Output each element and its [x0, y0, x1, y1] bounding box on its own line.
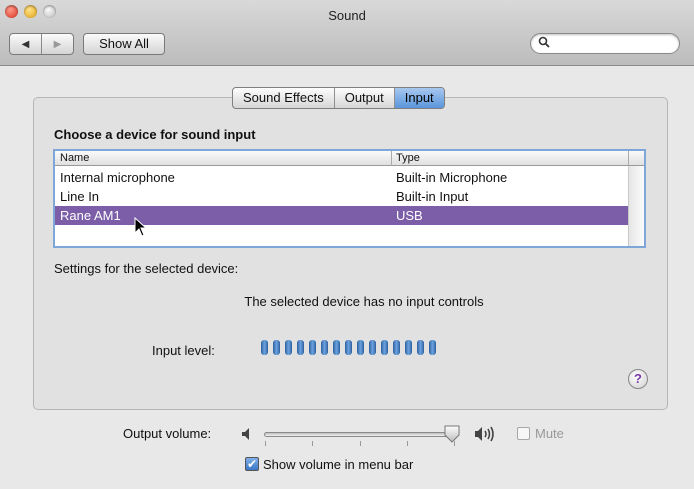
back-arrow-icon[interactable]: ◀ — [10, 34, 41, 54]
level-segment — [405, 340, 412, 355]
settings-label: Settings for the selected device: — [54, 261, 239, 276]
slider-tick — [407, 441, 408, 446]
column-divider — [628, 151, 629, 166]
mute-checkbox[interactable] — [517, 427, 530, 440]
level-segment — [285, 340, 292, 355]
column-header-name[interactable]: Name — [60, 152, 89, 164]
window-title: Sound — [328, 8, 366, 23]
level-segment — [261, 340, 268, 355]
device-type: Built-in Input — [396, 189, 469, 204]
device-name: Rane AM1 — [60, 208, 121, 223]
device-list-heading: Choose a device for sound input — [54, 127, 256, 142]
output-volume-slider[interactable] — [264, 432, 456, 437]
help-button[interactable]: ? — [628, 369, 648, 389]
device-name: Internal microphone — [60, 170, 175, 185]
column-divider — [391, 151, 392, 166]
tab-sound-effects[interactable]: Sound Effects — [233, 88, 334, 108]
table-scrollbar[interactable] — [628, 166, 644, 246]
mouse-pointer-icon — [134, 217, 148, 237]
show-volume-checkbox[interactable]: ✔ — [245, 457, 259, 471]
level-segment — [333, 340, 340, 355]
forward-arrow-icon[interactable]: ▶ — [41, 34, 73, 54]
tab-output[interactable]: Output — [333, 88, 394, 108]
level-segment — [309, 340, 316, 355]
slider-tick — [312, 441, 313, 446]
device-type: Built-in Microphone — [396, 170, 508, 185]
mute-label: Mute — [535, 426, 564, 441]
table-header: Name Type — [55, 151, 644, 166]
level-segment — [393, 340, 400, 355]
slider-tick — [360, 441, 361, 446]
device-type: USB — [396, 208, 423, 223]
show-volume-label: Show volume in menu bar — [263, 457, 414, 472]
no-controls-message: The selected device has no input control… — [244, 294, 484, 309]
search-field[interactable] — [530, 33, 680, 54]
column-header-type[interactable]: Type — [396, 152, 420, 164]
tab-bar: Sound Effects Output Input — [232, 87, 445, 109]
level-segment — [369, 340, 376, 355]
output-volume-label: Output volume: — [123, 426, 212, 441]
back-forward-control: ◀ ▶ — [9, 33, 74, 55]
input-level-meter — [261, 340, 436, 355]
level-segment — [297, 340, 304, 355]
table-row[interactable]: Line In Built-in Input — [55, 187, 628, 206]
input-level-label: Input level: — [152, 343, 215, 358]
speaker-low-icon — [242, 428, 249, 440]
toolbar: Sound ◀ ▶ Show All — [0, 0, 694, 66]
slider-tick — [265, 441, 266, 446]
settings-panel — [33, 97, 668, 410]
level-segment — [345, 340, 352, 355]
level-segment — [417, 340, 424, 355]
table-row[interactable]: Internal microphone Built-in Microphone — [55, 168, 628, 187]
search-icon — [538, 36, 550, 51]
sound-preferences-window: Sound ◀ ▶ Show All Sound Effects Output … — [0, 0, 694, 489]
level-segment — [273, 340, 280, 355]
level-segment — [381, 340, 388, 355]
level-segment — [357, 340, 364, 355]
level-segment — [321, 340, 328, 355]
level-segment — [429, 340, 436, 355]
checkmark-icon: ✔ — [246, 457, 258, 471]
device-name: Line In — [60, 189, 100, 204]
tab-input[interactable]: Input — [393, 88, 444, 108]
show-all-button[interactable]: Show All — [83, 33, 165, 55]
speaker-high-icon — [475, 426, 494, 442]
volume-slider-knob[interactable] — [443, 424, 461, 444]
slider-ticks — [264, 441, 456, 447]
